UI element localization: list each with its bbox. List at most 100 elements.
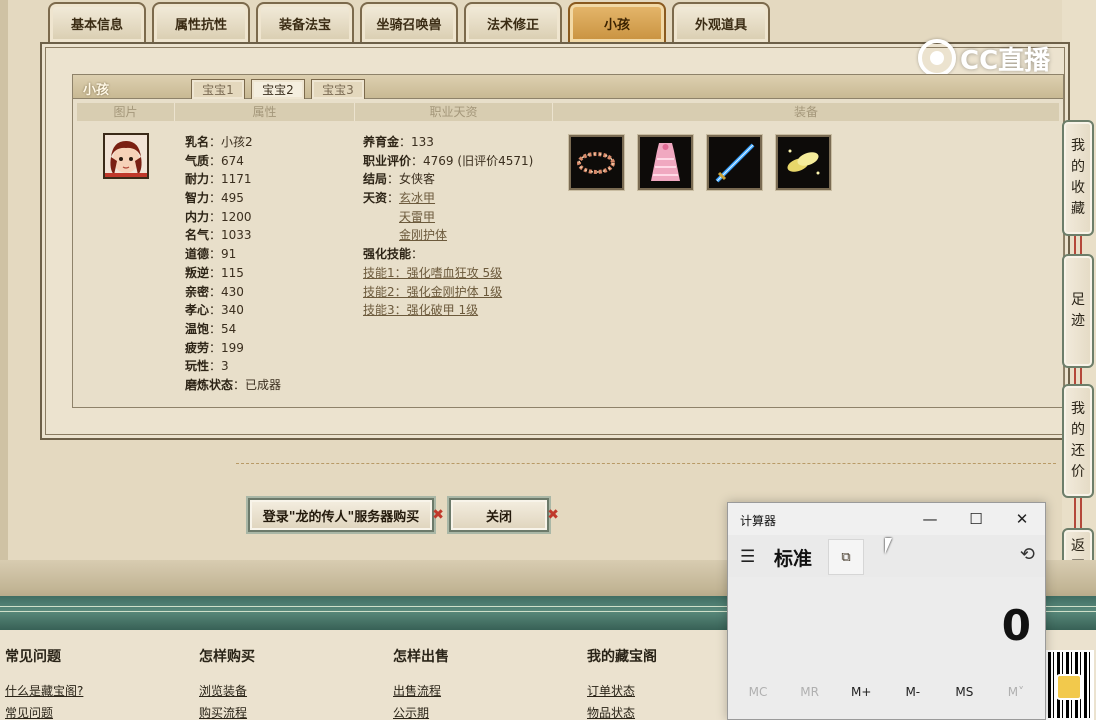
qr-code-icon xyxy=(1046,650,1094,720)
child-avatar xyxy=(103,133,149,179)
career-score-row: 职业评价：4769 (旧评价4571) xyxy=(363,153,534,168)
attr-row: 内力：1200 xyxy=(185,209,252,224)
calculator-titlebar[interactable]: 计算器 — ☐ ✕ xyxy=(728,503,1045,535)
attribute-list: 乳名：小孩2 气质：674 耐力：1171 智力：495 内力：1200 名气：… xyxy=(185,133,281,395)
maximize-button[interactable]: ☐ xyxy=(953,503,999,535)
login-buy-button[interactable]: 登录"龙的传人"服务器购买 ✖ xyxy=(248,498,444,532)
attr-row: 温饱：54 xyxy=(185,321,237,336)
child-header: 小孩 宝宝1 宝宝2 宝宝3 xyxy=(73,75,1063,99)
attr-row: 智力：495 xyxy=(185,191,244,206)
col-header-image: 图片 xyxy=(77,103,175,121)
blue-sword-icon xyxy=(715,143,755,183)
subtab-baby-3[interactable]: 宝宝3 xyxy=(311,79,365,99)
career-talent-list: 养育金：133 职业评价：4769 (旧评价4571) 结局：女侠客 天资：玄冰… xyxy=(363,133,533,320)
maximize-icon: ☐ xyxy=(969,510,983,528)
pink-dress-icon xyxy=(651,143,680,181)
col-header-career: 职业天资 xyxy=(355,103,553,121)
memory-subtract-button[interactable]: M- xyxy=(889,685,937,699)
memory-store-button[interactable]: MS xyxy=(940,685,988,699)
equipment-slot-2[interactable] xyxy=(638,135,693,190)
footer-col-my-treasure: 我的藏宝阁 订单状态 物品状态 xyxy=(587,646,657,720)
skill-link[interactable]: 技能1：强化嗜血狂攻 5级 xyxy=(363,266,502,280)
tab-basic-info[interactable]: 基本信息 xyxy=(48,2,146,42)
attr-row: 道德：91 xyxy=(185,247,237,262)
footer-link[interactable]: 公示期 xyxy=(393,702,449,720)
minimize-button[interactable]: — xyxy=(907,503,953,535)
calculator-window: 计算器 — ☐ ✕ ☰ 标准 ⧉ ⟲ 0 MC MR M+ M- MS M˅ xyxy=(727,502,1046,720)
attr-row: 叛逆：115 xyxy=(185,265,244,280)
footprint-button[interactable]: 足 迹 xyxy=(1062,254,1094,368)
tab-spell-correction[interactable]: 法术修正 xyxy=(464,2,562,42)
ending-row: 结局：女侠客 xyxy=(363,172,436,187)
child-content: 乳名：小孩2 气质：674 耐力：1171 智力：495 内力：1200 名气：… xyxy=(73,123,1063,407)
subtab-baby-1[interactable]: 宝宝1 xyxy=(191,79,245,99)
footer-link[interactable]: 浏览装备 xyxy=(199,680,255,702)
child-subtabs: 宝宝1 宝宝2 宝宝3 xyxy=(191,79,365,99)
menu-icon[interactable]: ☰ xyxy=(740,547,755,567)
column-headers: 图片 属性 职业天资 装备 xyxy=(77,103,1059,121)
raising-gold-row: 养育金：133 xyxy=(363,135,434,149)
footer-col-how-to-sell: 怎样出售 出售流程 公示期 xyxy=(393,646,449,720)
history-icon[interactable]: ⟲ xyxy=(1020,544,1035,565)
footer-link[interactable]: 常见问题 xyxy=(5,702,83,720)
talent-link[interactable]: 玄冰甲 xyxy=(399,191,435,205)
tab-attribute-resist[interactable]: 属性抗性 xyxy=(152,2,250,42)
footer-col-faq: 常见问题 什么是藏宝阁? 常见问题 xyxy=(5,646,83,720)
attr-row: 耐力：1171 xyxy=(185,172,252,187)
mouse-cursor-icon xyxy=(885,538,892,554)
main-tabs: 基本信息 属性抗性 装备法宝 坐骑召唤兽 法术修正 小孩 外观道具 xyxy=(48,2,770,42)
memory-recall-button[interactable]: MR xyxy=(786,685,834,699)
talent-link[interactable]: 天雷甲 xyxy=(399,210,435,224)
footer-link[interactable]: 出售流程 xyxy=(393,680,449,702)
ribbon-icon: ✖ xyxy=(547,507,559,523)
child-face-icon xyxy=(105,135,147,177)
calculator-mode: 标准 xyxy=(774,548,813,570)
talent-link[interactable]: 金刚护体 xyxy=(399,228,447,242)
calculator-display: 0 xyxy=(1001,601,1031,650)
tab-equipment[interactable]: 装备法宝 xyxy=(256,2,354,42)
attr-row: 磨炼状态：已成器 xyxy=(185,377,282,392)
footer-link[interactable]: 购买流程 xyxy=(199,702,255,720)
divider-line xyxy=(236,463,1056,464)
equipment-slot-1[interactable] xyxy=(569,135,624,190)
skill-row: 技能3：强化破甲 1级 xyxy=(363,301,533,320)
footer-link[interactable]: 什么是藏宝阁? xyxy=(5,680,83,702)
my-favorites-button[interactable]: 我 的 收 藏 xyxy=(1062,120,1094,236)
memory-row: MC MR M+ M- MS M˅ xyxy=(734,685,1040,699)
talent-row: 金刚护体 xyxy=(363,226,533,245)
equipment-slot-4[interactable] xyxy=(776,135,831,190)
footer-link[interactable]: 物品状态 xyxy=(587,702,657,720)
cc-logo-icon xyxy=(918,39,956,77)
child-title: 小孩 xyxy=(83,83,110,98)
attr-row: 孝心：340 xyxy=(185,303,244,318)
nav-separator xyxy=(1074,236,1082,254)
attr-row: 乳名：小孩2 xyxy=(185,135,253,149)
attr-row: 疲劳：199 xyxy=(185,340,244,355)
close-icon: ✕ xyxy=(1015,510,1029,528)
equipment-slot-3[interactable] xyxy=(707,135,762,190)
keep-on-top-icon: ⧉ xyxy=(841,549,851,565)
keep-on-top-button[interactable]: ⧉ xyxy=(828,539,864,575)
nav-separator xyxy=(1074,498,1082,528)
memory-list-button[interactable]: M˅ xyxy=(992,685,1040,699)
close-window-button[interactable]: ✕ xyxy=(999,503,1045,535)
close-button[interactable]: 关闭 ✖ xyxy=(449,498,559,532)
child-box: 小孩 宝宝1 宝宝2 宝宝3 图片 属性 职业天资 装备 乳名：小孩2 气质：6… xyxy=(72,74,1064,408)
footer-link[interactable]: 订单状态 xyxy=(587,680,657,702)
skills-label-row: 强化技能： xyxy=(363,247,424,262)
nav-separator xyxy=(1074,368,1082,384)
subtab-baby-2[interactable]: 宝宝2 xyxy=(251,79,305,99)
skill-link[interactable]: 技能2：强化金刚护体 1级 xyxy=(363,285,502,299)
skill-link[interactable]: 技能3：强化破甲 1级 xyxy=(363,303,478,317)
footer-col-how-to-buy: 怎样购买 浏览装备 购买流程 xyxy=(199,646,255,720)
attr-row: 玩性：3 xyxy=(185,359,229,374)
memory-add-button[interactable]: M+ xyxy=(837,685,885,699)
tab-mount-summon[interactable]: 坐骑召唤兽 xyxy=(360,2,458,42)
attr-row: 气质：674 xyxy=(185,153,244,168)
talent-row: 天雷甲 xyxy=(363,208,533,227)
my-offers-button[interactable]: 我 的 还 价 xyxy=(1062,384,1094,498)
equipment-slots xyxy=(569,135,831,190)
tab-child[interactable]: 小孩 xyxy=(568,2,666,42)
memory-clear-button[interactable]: MC xyxy=(734,685,782,699)
tab-appearance[interactable]: 外观道具 xyxy=(672,2,770,42)
